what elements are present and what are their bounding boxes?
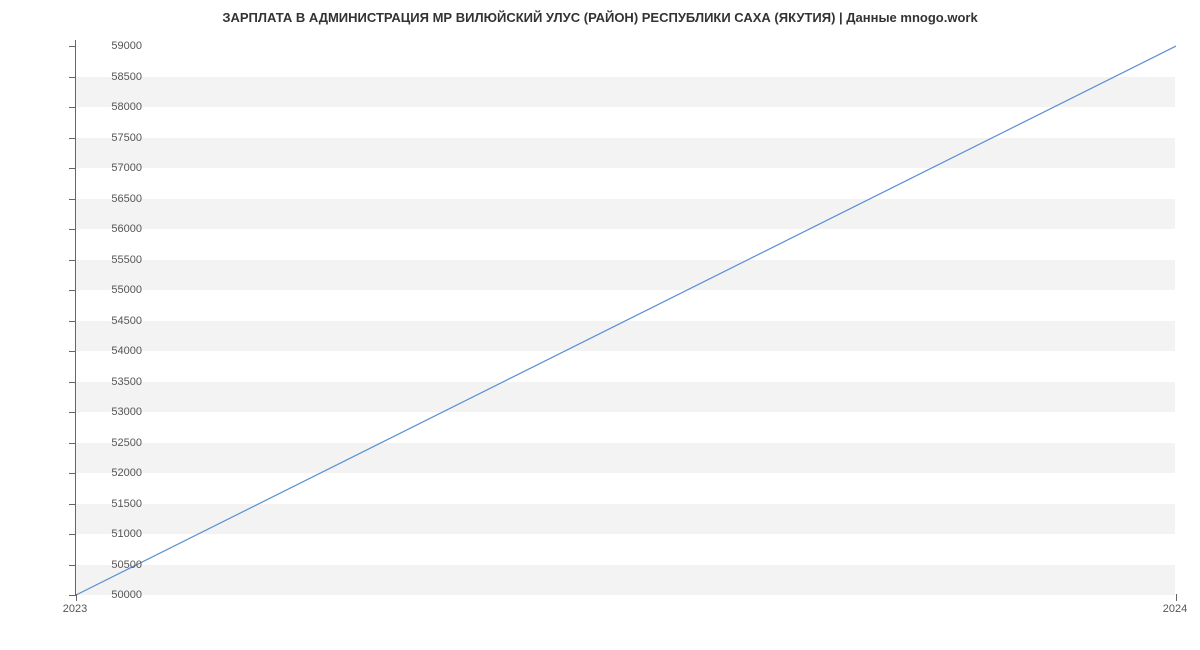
y-tick	[69, 168, 76, 169]
y-tick	[69, 199, 76, 200]
y-axis-label: 55000	[92, 284, 142, 296]
y-axis-label: 57000	[92, 162, 142, 174]
x-axis-label: 2023	[63, 603, 87, 615]
y-tick	[69, 565, 76, 566]
y-tick	[69, 473, 76, 474]
y-tick	[69, 321, 76, 322]
y-axis-label: 53000	[92, 406, 142, 418]
y-axis-label: 56000	[92, 223, 142, 235]
y-tick	[69, 290, 76, 291]
data-line	[76, 40, 1176, 595]
y-tick	[69, 412, 76, 413]
y-axis-label: 54000	[92, 345, 142, 357]
x-tick	[1176, 594, 1177, 601]
chart-title: ЗАРПЛАТА В АДМИНИСТРАЦИЯ МР ВИЛЮЙСКИЙ УЛ…	[0, 10, 1200, 25]
y-axis-label: 56500	[92, 193, 142, 205]
y-axis-label: 51000	[92, 528, 142, 540]
y-axis-label: 52500	[92, 437, 142, 449]
y-tick	[69, 504, 76, 505]
plot-area	[75, 40, 1175, 595]
y-tick	[69, 138, 76, 139]
y-tick	[69, 351, 76, 352]
y-tick	[69, 77, 76, 78]
y-axis-label: 50500	[92, 559, 142, 571]
x-tick	[76, 594, 77, 601]
y-tick	[69, 382, 76, 383]
y-axis-label: 54500	[92, 315, 142, 327]
y-tick	[69, 46, 76, 47]
y-axis-label: 59000	[92, 40, 142, 52]
x-axis-label: 2024	[1163, 603, 1187, 615]
y-axis-label: 58500	[92, 71, 142, 83]
y-axis-label: 53500	[92, 376, 142, 388]
y-axis-label: 55500	[92, 254, 142, 266]
y-tick	[69, 595, 76, 596]
y-axis-label: 50000	[92, 589, 142, 601]
y-axis-label: 51500	[92, 498, 142, 510]
y-tick	[69, 107, 76, 108]
y-tick	[69, 443, 76, 444]
chart-area: 50000 50500 51000 51500 52000 52500 53000 53500…	[75, 40, 1175, 610]
y-tick	[69, 534, 76, 535]
y-axis-label: 58000	[92, 101, 142, 113]
y-tick	[69, 260, 76, 261]
y-axis-label: 52000	[92, 467, 142, 479]
y-axis-label: 57500	[92, 132, 142, 144]
y-tick	[69, 229, 76, 230]
